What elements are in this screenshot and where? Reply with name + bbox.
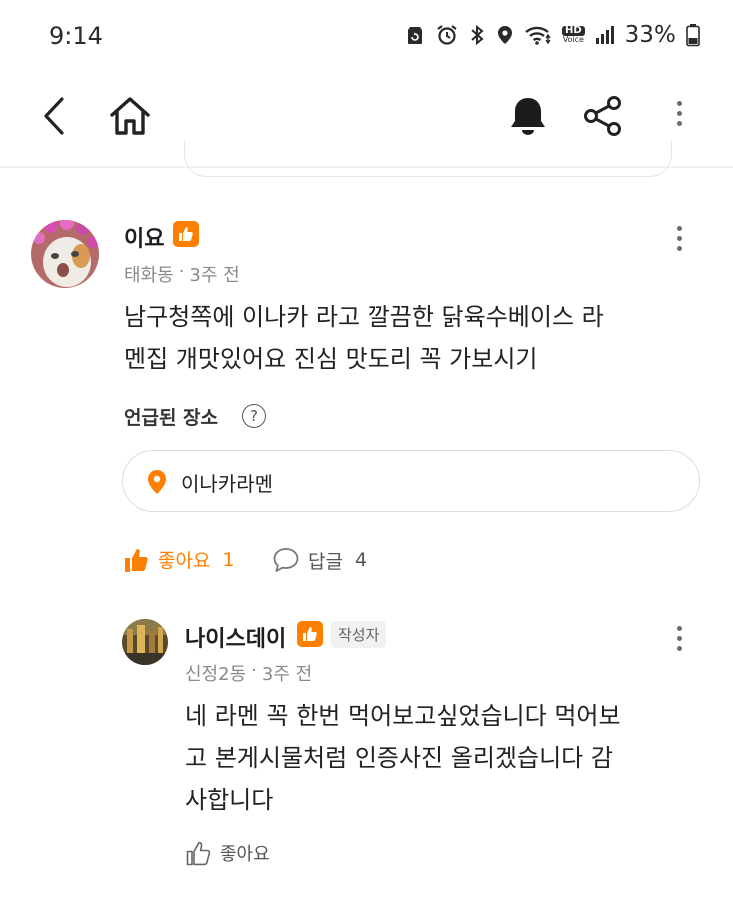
previous-card-edge [184,140,672,177]
recycle-icon [408,27,422,44]
comment-text-line: 남구청쪽에 이나카 라고 깔끔한 닭육수베이스 라 [124,303,604,331]
thumb-badge-icon [297,621,323,647]
meta-separator: · [251,660,257,681]
thumb-up-outline-icon [186,841,211,866]
battery-percent: 33% [624,22,676,48]
mentioned-place-label: 언급된 장소 [124,407,219,429]
wifi-icon [525,26,551,45]
reply-author-name[interactable]: 나이스데이 [185,621,286,653]
reply-location: 신정2동 [185,664,247,685]
speech-bubble-icon [273,548,299,572]
meta-separator: · [178,261,185,282]
header-more-button[interactable] [669,101,689,126]
comment-meta: 태화동 · 3주 전 [124,261,240,287]
home-button[interactable] [106,94,154,138]
reply-more-button[interactable] [669,626,689,651]
place-name: 이나카라멘 [181,472,273,496]
comment-time: 3주 전 [189,265,240,286]
reply-text: 네 라멘 꼭 한번 먹어보고싶었습니다 먹어보 고 본게시물처럼 인증사진 올리… [185,695,621,821]
location-icon [498,26,512,44]
thumb-badge-icon [173,221,199,247]
reply-meta: 신정2동 · 3주 전 [185,660,312,686]
share-button[interactable] [580,94,626,138]
share-icon [584,96,621,136]
reply-text-line: 사합니다 [185,786,274,814]
thumb-up-filled-icon [125,548,148,572]
signal-icon [595,26,614,44]
alarm-icon [437,25,457,45]
author-tag: 작성자 [331,621,387,648]
bell-icon [511,98,545,135]
reply-label: 답글 [308,550,343,573]
like-count: 1 [222,548,235,571]
reply-text-line: 네 라멘 꼭 한번 먹어보고싶었습니다 먹어보 [185,702,621,730]
mentioned-place-card[interactable]: 이나카라멘 [122,450,700,512]
reply-like-button[interactable]: 좋아요 [186,840,270,866]
comment-reply-button[interactable]: 답글 4 [272,546,367,574]
battery-icon [685,24,700,47]
status-time: 9:14 [49,22,103,50]
comment-like-button[interactable]: 좋아요 1 [124,546,235,573]
help-icon[interactable]: ? [242,404,266,428]
status-icons: HD Voice 33% [404,22,700,48]
back-button[interactable] [34,96,74,136]
location-pin-icon [148,470,166,494]
commenter-avatar[interactable] [31,220,99,288]
notification-button[interactable] [506,94,550,138]
reply-count: 4 [354,549,368,571]
reply-time: 3주 전 [261,664,313,685]
like-label: 좋아요 [158,550,211,572]
home-icon [110,97,150,135]
comment-text: 남구청쪽에 이나카 라고 깔끔한 닭육수베이스 라 멘집 개맛있어요 진심 맛도… [124,296,604,380]
comment-text-line: 멘집 개맛있어요 진심 맛도리 꼭 가보시기 [124,345,538,373]
hd-voice-icon: HD Voice [562,26,585,44]
hd-voice-bottom: Voice [562,35,584,44]
comment-location: 태화동 [124,265,174,286]
reply-text-line: 고 본게시물처럼 인증사진 올리겠습니다 감 [185,744,613,772]
reply-avatar[interactable] [122,619,168,665]
bluetooth-icon [471,24,484,46]
comment-more-button[interactable] [669,226,689,251]
reply-like-label: 좋아요 [220,844,270,865]
back-arrow-icon [44,97,64,135]
commenter-name[interactable]: 이요 [124,221,164,253]
